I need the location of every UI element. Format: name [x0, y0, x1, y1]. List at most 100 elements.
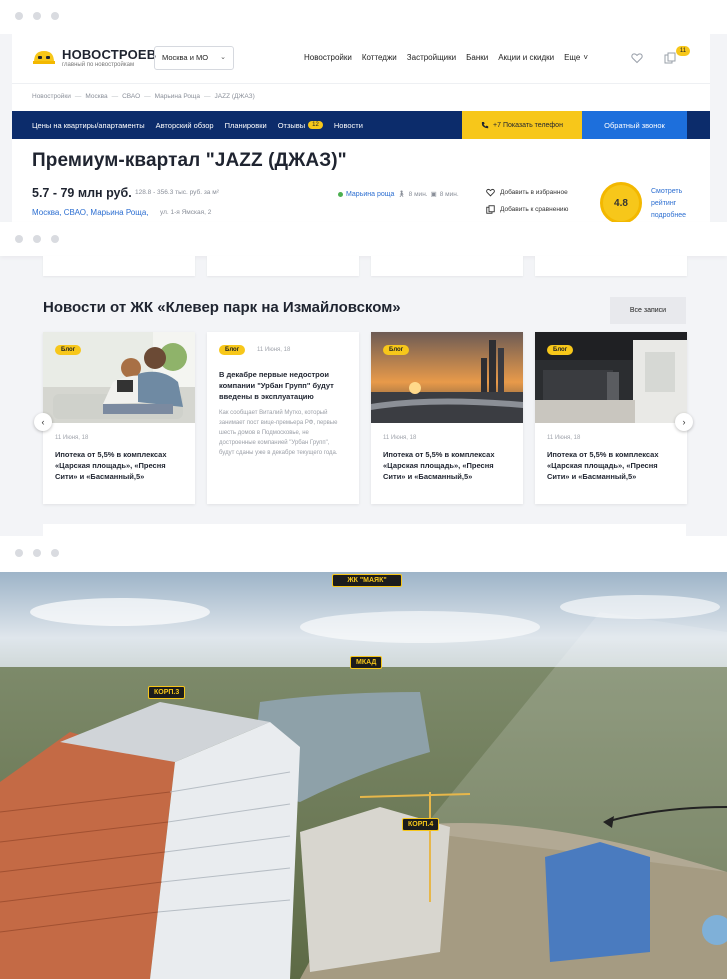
minimize-dot[interactable]	[33, 12, 41, 20]
previous-cards-row	[43, 256, 687, 276]
aerial-panorama[interactable]: ЖК "МАЯК" МКАД КОРП.3 КОРП.4	[0, 572, 727, 979]
hotspot-label-mayak[interactable]: ЖК "МАЯК"	[332, 574, 402, 587]
site-page: НОВОСТРОЕВ главный по новостройкам Москв…	[12, 34, 710, 226]
chat-widget-icon[interactable]	[702, 915, 727, 945]
maximize-dot[interactable]	[51, 549, 59, 557]
favorites-heart-icon[interactable]	[631, 52, 643, 64]
nav-item[interactable]: Застройщики	[407, 53, 456, 62]
city-sunset-photo: Блог	[371, 332, 523, 423]
news-date: 11 Июня, 18	[383, 435, 417, 441]
section-bottom-strip	[43, 524, 686, 536]
hotspot-label-korp3[interactable]: КОРП.3	[148, 686, 186, 699]
compare-count-badge: 11	[676, 46, 690, 56]
close-dot[interactable]	[15, 12, 23, 20]
hotspot-label-korp4[interactable]: КОРП.4	[402, 818, 440, 831]
callback-button[interactable]: Обратный звонок	[582, 111, 687, 139]
breadcrumb-item[interactable]: Новостройки	[32, 93, 71, 100]
nav-item[interactable]: Банки	[466, 53, 488, 62]
metro-walk-time: 8 мин.	[408, 190, 428, 198]
reviews-count-badge: 12	[308, 121, 323, 129]
page-title: Премиум-квартал "JAZZ (ДЖАЗ)"	[32, 150, 347, 171]
menu-item-review[interactable]: Авторский обзор	[156, 121, 214, 130]
rating-value: 4.8	[614, 197, 628, 209]
city-value: Москва и МО	[162, 53, 209, 62]
show-phone-button[interactable]: +7 Показать телефон	[462, 111, 582, 139]
metro-info: Марьина роща 🚶︎ 8 мин. ▣ 8 мин.	[338, 190, 459, 198]
chevron-down-icon: ⌄	[220, 54, 226, 61]
compare-icon	[486, 205, 495, 214]
window-titlebar	[0, 222, 727, 256]
news-date: 11 Июня, 18	[55, 435, 89, 441]
bus-icon: ▣	[430, 191, 437, 198]
breadcrumb-item[interactable]: Москва	[85, 93, 107, 100]
news-date: 11 Июня, 18	[257, 347, 291, 353]
carousel-next-arrow-icon[interactable]: ›	[675, 413, 693, 431]
news-headline[interactable]: Ипотека от 5,5% в комплексах «Царская пл…	[383, 449, 513, 482]
phone-icon	[481, 122, 489, 129]
menu-item-news[interactable]: Новости	[334, 121, 363, 130]
aerial-photo	[0, 572, 727, 979]
news-headline[interactable]: Ипотека от 5,5% в комплексах «Царская пл…	[55, 449, 185, 482]
card-stub	[371, 256, 523, 276]
minimize-dot[interactable]	[33, 235, 41, 243]
blog-badge: Блог	[219, 345, 246, 355]
breadcrumb-current: JAZZ (ДЖАЗ)	[214, 93, 255, 100]
news-card[interactable]: Блог 11 Июня, 18 Ипотека от 5,5% в компл…	[43, 332, 195, 504]
kitchen-photo: Блог	[535, 332, 687, 423]
carousel-prev-arrow-icon[interactable]: ‹	[34, 413, 52, 431]
menu-item-prices[interactable]: Цены на квартиры/апартаменты	[32, 121, 145, 130]
breadcrumb-item[interactable]: Марьина Роща	[155, 93, 200, 100]
menu-item-reviews[interactable]: Отзывы 12	[278, 121, 323, 130]
news-headline[interactable]: В декабре первые недострои компании "Урб…	[219, 369, 349, 402]
window-titlebar	[0, 536, 727, 572]
metro-transport-time: 8 мин.	[439, 190, 459, 198]
metro-station[interactable]: Марьина роща	[346, 191, 394, 198]
add-compare-label: Добавить к сравнению	[500, 206, 569, 213]
location-link[interactable]: Москва, СВАО, Марьина Роща,	[32, 208, 149, 217]
hotspot-label-mkad[interactable]: МКАД	[350, 656, 383, 669]
news-date: 11 Июня, 18	[547, 435, 581, 441]
rating-details-link[interactable]: Смотреть рейтинг подробнее	[651, 186, 701, 222]
main-nav: Новостройки Коттеджи Застройщики Банки А…	[304, 53, 588, 62]
logo-tagline: главный по новостройкам	[62, 61, 135, 68]
listing-window: НОВОСТРОЕВ главный по новостройкам Москв…	[0, 0, 727, 226]
breadcrumb-item[interactable]: СВАО	[122, 93, 140, 100]
news-window: Новости от ЖК «Клевер парк на Измайловск…	[0, 222, 727, 542]
logo-name: НОВОСТРОЕВ	[62, 46, 157, 62]
close-dot[interactable]	[15, 549, 23, 557]
nav-item[interactable]: Новостройки	[304, 53, 352, 62]
nav-item[interactable]: Акции и скидки	[498, 53, 554, 62]
news-card[interactable]: Блог 11 Июня, 18 Ипотека от 5,5% в компл…	[535, 332, 687, 504]
all-posts-button[interactable]: Все записи	[610, 297, 686, 324]
blog-badge: Блог	[55, 345, 82, 355]
rating-badge: 4.8	[600, 182, 642, 224]
news-cards: Блог 11 Июня, 18 Ипотека от 5,5% в компл…	[43, 332, 687, 504]
site-header: НОВОСТРОЕВ главный по новостройкам Москв…	[12, 34, 710, 84]
metro-line-dot	[338, 191, 343, 197]
logo[interactable]: НОВОСТРОЕВ главный по новостройкам	[32, 46, 156, 70]
card-stub	[535, 256, 687, 276]
compare-icon[interactable]	[664, 52, 676, 64]
add-compare-button[interactable]: Добавить к сравнению	[486, 205, 568, 214]
menu-item-plans[interactable]: Планировки	[225, 121, 267, 130]
couple-photo: Блог	[43, 332, 195, 423]
news-excerpt: Как сообщает Виталий Мутко, который зани…	[219, 410, 338, 456]
add-favorite-button[interactable]: Добавить в избранное	[486, 188, 568, 197]
blog-badge: Блог	[547, 345, 574, 355]
nav-more[interactable]: Еще ˅	[564, 53, 588, 62]
minimize-dot[interactable]	[33, 549, 41, 557]
nav-item[interactable]: Коттеджи	[362, 53, 397, 62]
close-dot[interactable]	[15, 235, 23, 243]
news-card[interactable]: Блог 11 Июня, 18 В декабре первые недост…	[207, 332, 359, 504]
maximize-dot[interactable]	[51, 235, 59, 243]
news-headline[interactable]: Ипотека от 5,5% в комплексах «Царская пл…	[547, 449, 677, 482]
maximize-dot[interactable]	[51, 12, 59, 20]
address: ул. 1-я Ямская, 2	[160, 209, 212, 216]
news-card[interactable]: Блог 11 Июня, 18 Ипотека от 5,5% в компл…	[371, 332, 523, 504]
panorama-window: ЖК "МАЯК" МКАД КОРП.3 КОРП.4	[0, 536, 727, 979]
walk-icon: 🚶︎	[397, 191, 406, 198]
price-per-sqm: 128.8 - 356.3 тыс. руб. за м²	[135, 189, 219, 196]
nav-more-label: Еще	[564, 53, 581, 62]
heart-icon	[486, 188, 495, 197]
city-select[interactable]: Москва и МО ⌄	[154, 46, 234, 70]
